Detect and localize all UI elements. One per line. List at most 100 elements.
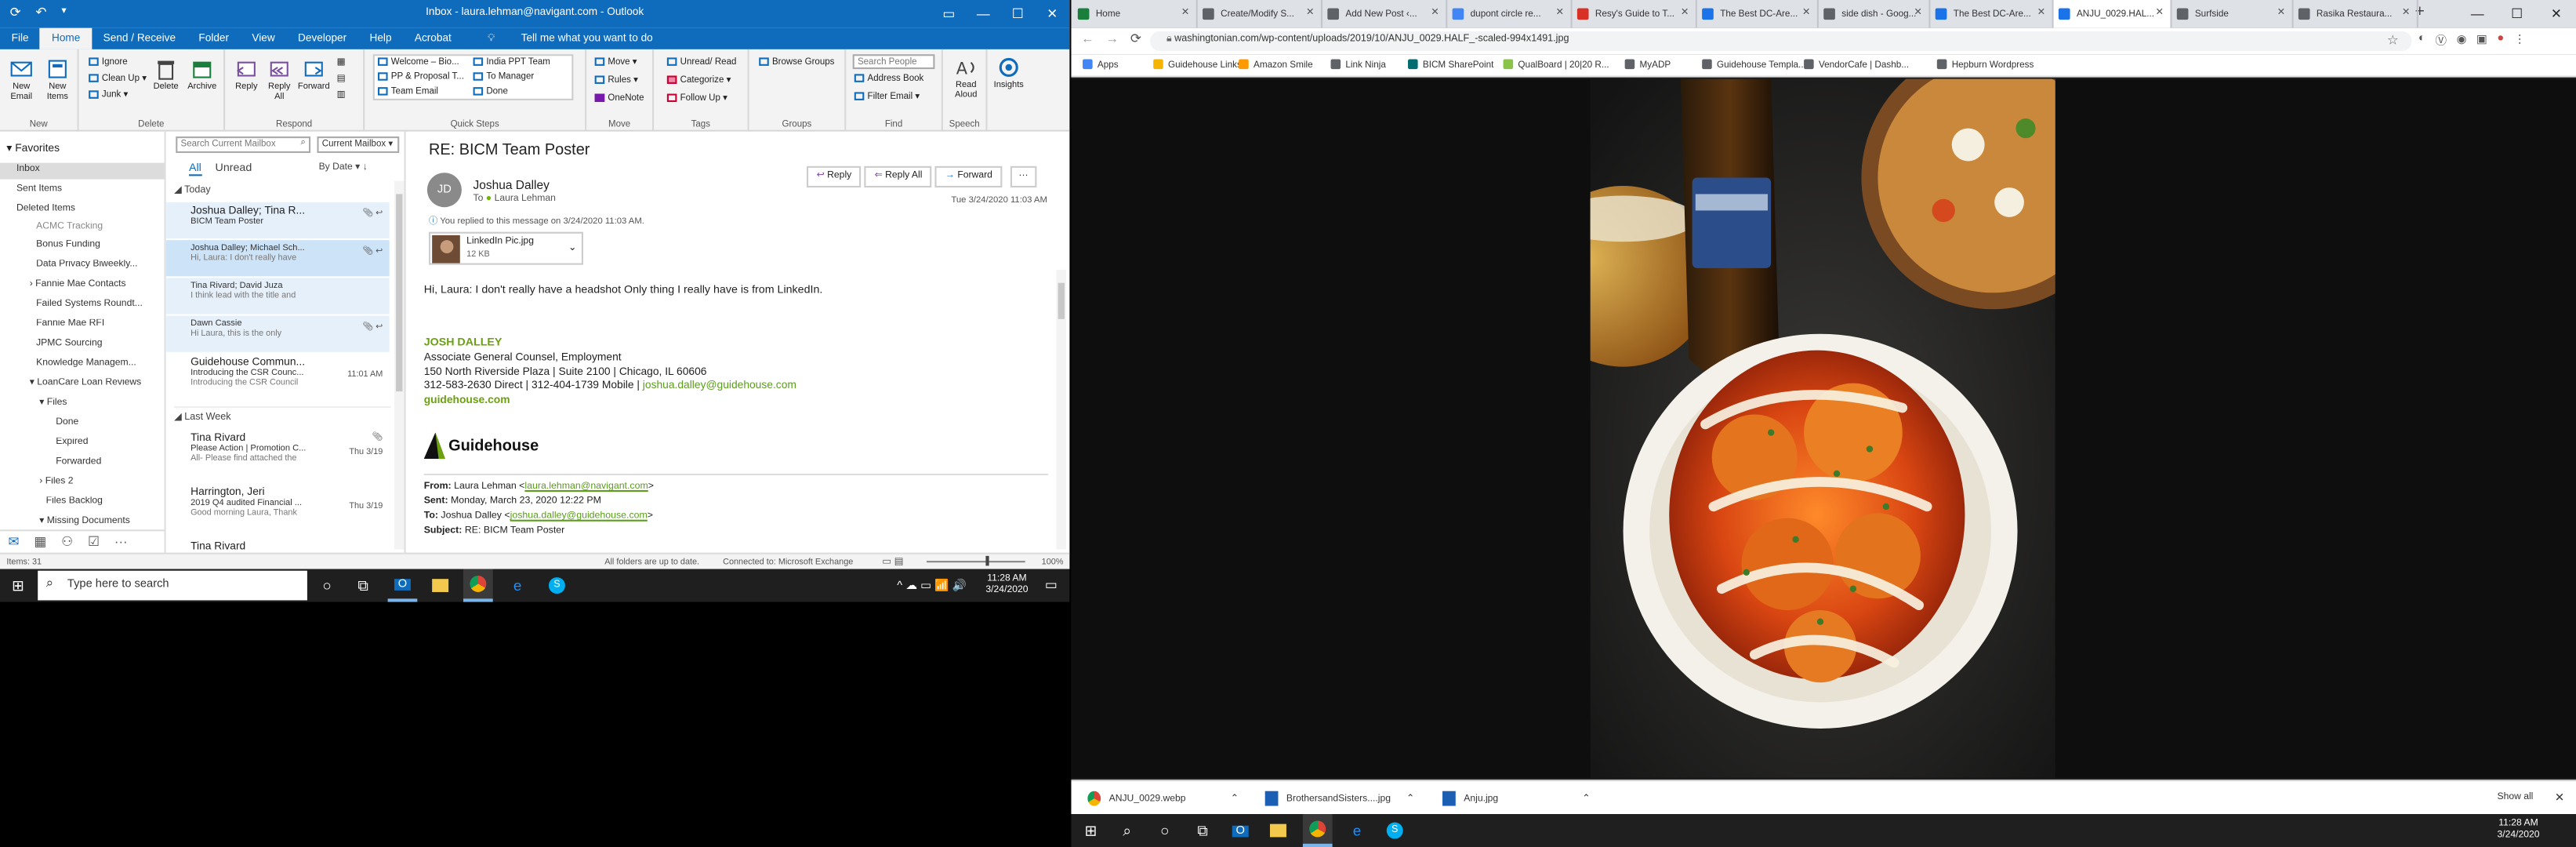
list-item[interactable]: Tina Rivard [166, 538, 390, 553]
search-mailbox-input[interactable]: Search Current Mailbox ⌕ [176, 136, 311, 154]
tab-close-icon[interactable]: ✕ [1181, 6, 1190, 18]
download-menu-chevron[interactable]: ⌃ [1582, 793, 1591, 805]
folder-expired[interactable]: Expired [56, 438, 164, 448]
zoom-slider-handle[interactable] [985, 555, 989, 566]
close-button[interactable]: ✕ [1035, 0, 1069, 28]
browser-tab[interactable]: Home ✕ [1072, 0, 1198, 28]
show-all-downloads[interactable]: Show all [2497, 793, 2533, 803]
browser-tab[interactable]: side dish - Goog... ✕ [1819, 0, 1931, 28]
browser-tab[interactable]: The Best DC-Are... ✕ [1930, 0, 2054, 28]
browser-tab[interactable]: Create/Modify S... ✕ [1198, 0, 1323, 28]
tab-close-icon[interactable]: ✕ [2037, 6, 2046, 18]
tab-view[interactable]: View [241, 28, 287, 49]
message-list-scrollbar[interactable] [394, 180, 405, 550]
read-aloud-button[interactable]: A Read Aloud [948, 56, 984, 100]
delete-button[interactable]: Delete [151, 57, 181, 92]
folder-jpmc-sourcing[interactable]: JPMC Sourcing [36, 339, 164, 349]
folder-files-2[interactable]: › Files 2 [39, 477, 164, 487]
rules-button[interactable]: Rules ▾ [594, 75, 638, 85]
filter-unread[interactable]: Unread [216, 163, 252, 175]
download-item[interactable]: BrothersandSisters....jpg [1264, 788, 1430, 809]
folder-knowledge-management[interactable]: Knowledge Managem... [36, 358, 164, 369]
search-people-input[interactable]: Search People [852, 54, 935, 70]
im-reply-icon[interactable]: ▤ [337, 74, 346, 84]
tab-close-icon[interactable]: ✕ [1681, 6, 1689, 18]
folder-loancare[interactable]: ▾ LoanCare Loan Reviews [30, 378, 165, 388]
mail-icon[interactable]: ✉ [8, 535, 19, 550]
bookmark-star-icon[interactable]: ☆ [2387, 33, 2399, 48]
task-view-icon[interactable]: ⧉ [348, 569, 378, 602]
folder-files-backlog[interactable]: Files Backlog [46, 496, 165, 507]
bookmark-item[interactable]: MyADP [1624, 59, 1671, 71]
cortana-icon[interactable]: ○ [312, 569, 342, 602]
quick-step-team-email[interactable]: Team Email [378, 87, 438, 97]
list-item[interactable]: Tina Rivard Please Action | Promotion C.… [166, 429, 390, 478]
file-explorer-icon[interactable] [1264, 814, 1293, 847]
minimize-button[interactable]: — [2458, 0, 2497, 28]
junk-button[interactable]: Junk ▾ [89, 90, 128, 100]
clean-up-button[interactable]: Clean Up ▾ [89, 74, 147, 84]
signature-web-link[interactable]: guidehouse.com [424, 394, 510, 406]
address-bar[interactable]: 🔒︎ washingtonian.com/wp-content/uploads/… [1149, 31, 2412, 52]
list-item[interactable]: Harrington, Jeri 2019 Q4 audited Financi… [166, 484, 390, 533]
insights-button[interactable]: Insights [989, 56, 1029, 90]
unread-read-button[interactable]: Unread/ Read [666, 57, 736, 67]
list-item[interactable]: Tina Rivard; David Juza I think lead wit… [165, 278, 390, 314]
tab-close-icon[interactable]: ✕ [2155, 6, 2164, 18]
chrome-taskbar-icon[interactable] [463, 569, 493, 602]
signature-email-link[interactable]: joshua.dalley@guidehouse.com [643, 380, 796, 391]
reply-all-button[interactable]: ⇐ Reply All [864, 165, 933, 188]
folder-files[interactable]: ▾ Files [39, 398, 164, 408]
download-item[interactable]: Anju.jpg [1442, 788, 1574, 809]
browser-tab[interactable]: Rasika Restaura... ✕ [2294, 0, 2418, 28]
reply-all-ribbon-button[interactable]: Reply All [264, 57, 294, 102]
task-view-icon[interactable]: ⧉ [1188, 814, 1217, 847]
more-actions-button[interactable]: ··· [1010, 165, 1037, 188]
browser-tab[interactable]: Resy's Guide to T... ✕ [1573, 0, 1697, 28]
bookmark-item[interactable]: BICM SharePoint [1408, 59, 1493, 71]
from-email-link[interactable]: laura.lehman@navigant.com [524, 482, 648, 492]
chrome-taskbar-icon[interactable] [1302, 814, 1333, 847]
browser-tab[interactable]: The Best DC-Are... ✕ [1697, 0, 1819, 28]
tab-acrobat[interactable]: Acrobat [403, 28, 463, 49]
more-respond-icon[interactable]: ▥ [337, 90, 346, 100]
tab-file[interactable]: File [0, 28, 40, 49]
browser-tab[interactable]: Add New Post ‹... ✕ [1322, 0, 1448, 28]
meeting-reply-icon[interactable]: ▦ [337, 57, 346, 67]
tab-help[interactable]: Help [358, 28, 403, 49]
bookmark-item[interactable]: Apps [1083, 59, 1119, 71]
search-scope-dropdown[interactable]: Current Mailbox ▾ [317, 136, 400, 154]
bookmark-item[interactable]: Link Ninja [1330, 59, 1386, 71]
browse-groups-button[interactable]: Browse Groups [759, 57, 834, 67]
search-icon[interactable]: ⌕ [1112, 814, 1142, 847]
quick-step-pp-proposal[interactable]: PP & Proposal T... [378, 72, 464, 82]
download-menu-chevron[interactable]: ⌃ [1406, 793, 1415, 805]
tab-close-icon[interactable]: ✕ [1802, 6, 1811, 18]
folder-data-privacy[interactable]: Data Privacy Biweekly... [36, 260, 164, 270]
tab-send-receive[interactable]: Send / Receive [92, 28, 187, 49]
tab-close-icon[interactable]: ✕ [2402, 6, 2411, 18]
to2-email-link[interactable]: joshua.dalley@guidehouse.com [510, 511, 648, 522]
list-item[interactable]: Joshua Dalley; Tina R... BICM Team Poste… [165, 202, 390, 239]
group-header-today[interactable]: ◢ Today [174, 184, 211, 196]
chevron-down-icon[interactable]: ⌄ [568, 242, 577, 253]
extension-icon[interactable]: Ⓥ [2435, 33, 2447, 49]
quick-step-to-manager[interactable]: To Manager [473, 72, 534, 82]
tell-me-box[interactable]: 💡︎ Tell me what you want to do [463, 28, 676, 49]
edge-icon[interactable]: e [1342, 814, 1372, 847]
tab-close-icon[interactable]: ✕ [2277, 6, 2286, 18]
windows-start-icon[interactable]: ⊞ [1076, 814, 1106, 847]
outlook-taskbar-icon[interactable]: O [1225, 814, 1255, 847]
zoom-slider[interactable] [926, 561, 1025, 563]
maximize-button[interactable]: ☐ [1000, 0, 1035, 28]
tab-folder[interactable]: Folder [187, 28, 241, 49]
folder-inbox[interactable]: Inbox [0, 162, 165, 180]
maximize-button[interactable]: ☐ [2497, 0, 2536, 28]
folder-deleted-items[interactable]: Deleted Items [16, 204, 181, 214]
tasks-icon[interactable]: ☑ [88, 535, 100, 550]
browser-tab[interactable]: Surfside ✕ [2172, 0, 2294, 28]
bookmark-item[interactable]: Amazon Smile [1239, 59, 1313, 71]
new-items-button[interactable]: New Items [39, 57, 75, 102]
extension-icon[interactable]: ◉ [2457, 33, 2467, 49]
bookmark-item[interactable]: VendorCafe | Dashb... [1804, 59, 1909, 71]
